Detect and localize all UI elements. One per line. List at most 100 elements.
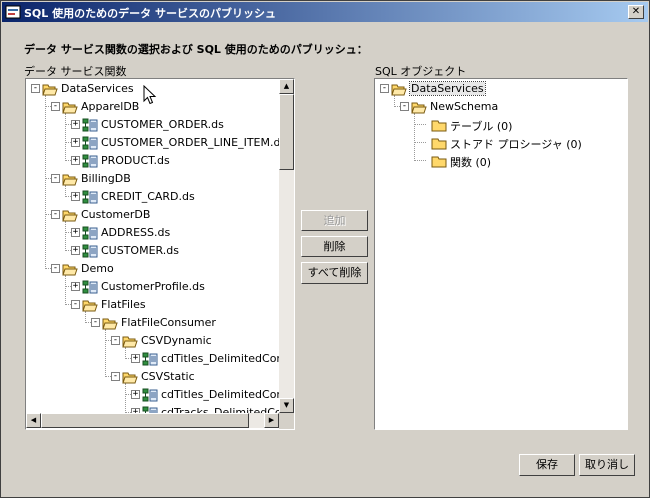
- add-button[interactable]: 追加: [301, 210, 368, 231]
- sql-objects-tree[interactable]: - DataServices - NewSchema テーブル (0) ストアド プロシー…: [375, 79, 627, 413]
- folder-open-icon: [82, 297, 98, 313]
- folder-open-icon: [411, 99, 427, 115]
- publish-dialog: SQL 使用のためのデータ サービスのパブリッシュ ✕ データ サービス関数の選…: [0, 0, 650, 498]
- collapse-toggle[interactable]: -: [111, 372, 120, 381]
- horizontal-scrollbar[interactable]: ◀ ▶: [26, 413, 279, 428]
- tree-node-label: cdTitles_DelimitedConsumer.ds: [161, 352, 279, 365]
- tree-node[interactable]: - NewSchema: [375, 98, 627, 116]
- expand-toggle[interactable]: +: [131, 354, 140, 363]
- folder-open-icon: [122, 333, 138, 349]
- tree-node[interactable]: - Demo: [26, 260, 279, 278]
- functions-tree[interactable]: - DataServices - ApparelDB + CUSTOMER_ORDER.d…: [26, 79, 279, 413]
- dataservice-icon: [142, 405, 158, 413]
- remove-button[interactable]: 削除: [301, 236, 368, 257]
- tree-node[interactable]: + CUSTOMER_ORDER_LINE_ITEM.ds: [26, 134, 279, 152]
- tree-node[interactable]: + PRODUCT.ds: [26, 152, 279, 170]
- functions-tree-panel[interactable]: - DataServices - ApparelDB + CUSTOMER_ORDER.d…: [25, 78, 295, 430]
- tree-node-label: CUSTOMER_ORDER.ds: [101, 118, 224, 131]
- scrollbar-corner: [279, 413, 294, 429]
- dataservice-icon: [82, 153, 98, 169]
- collapse-toggle[interactable]: -: [31, 84, 40, 93]
- tree-node-label: CustomerDB: [81, 208, 151, 221]
- folder-open-icon: [122, 369, 138, 385]
- tree-node-label: PRODUCT.ds: [101, 154, 170, 167]
- tree-node[interactable]: + CUSTOMER_ORDER.ds: [26, 116, 279, 134]
- tree-node-label: DataServices: [409, 81, 486, 96]
- instruction-label: データ サービス関数の選択および SQL 使用のためのパブリッシュ：: [24, 43, 368, 56]
- collapse-toggle[interactable]: -: [51, 102, 60, 111]
- tree-node-label: CREDIT_CARD.ds: [101, 190, 195, 203]
- cancel-button[interactable]: 取り消し: [579, 454, 635, 476]
- tree-node[interactable]: 関数 (0): [375, 152, 627, 170]
- tree-node[interactable]: - CustomerDB: [26, 206, 279, 224]
- tree-node[interactable]: + cdTitles_DelimitedConsumer.ds: [26, 386, 279, 404]
- dataservice-icon: [142, 351, 158, 367]
- arrow-left-icon: ◀: [30, 416, 37, 424]
- tree-connector: [414, 160, 426, 161]
- dataservice-icon: [82, 117, 98, 133]
- scroll-down-button[interactable]: ▼: [279, 398, 294, 413]
- tree-node[interactable]: ストアド プロシージャ (0): [375, 134, 627, 152]
- expand-toggle[interactable]: +: [71, 282, 80, 291]
- sql-objects-label: SQL オブジェクト: [375, 65, 467, 78]
- expand-toggle[interactable]: +: [71, 120, 80, 129]
- expand-toggle[interactable]: +: [71, 228, 80, 237]
- folder-open-icon: [62, 171, 78, 187]
- expand-toggle[interactable]: +: [71, 192, 80, 201]
- collapse-toggle[interactable]: -: [71, 300, 80, 309]
- expand-toggle[interactable]: +: [71, 246, 80, 255]
- title-bar[interactable]: SQL 使用のためのデータ サービスのパブリッシュ ✕: [2, 2, 648, 22]
- collapse-toggle[interactable]: -: [91, 318, 100, 327]
- vertical-scroll-thumb[interactable]: [279, 94, 294, 170]
- expand-toggle[interactable]: +: [71, 138, 80, 147]
- tree-node[interactable]: - CSVDynamic: [26, 332, 279, 350]
- tree-node[interactable]: - FlatFileConsumer: [26, 314, 279, 332]
- expand-toggle[interactable]: +: [71, 156, 80, 165]
- folder-closed-icon: [431, 117, 447, 133]
- tree-node-label: FlatFileConsumer: [121, 316, 216, 329]
- sql-objects-tree-panel[interactable]: - DataServices - NewSchema テーブル (0) ストアド プロシー…: [374, 78, 628, 430]
- folder-open-icon: [62, 99, 78, 115]
- tree-node-label: ApparelDB: [81, 100, 140, 113]
- close-button[interactable]: ✕: [628, 5, 644, 19]
- tree-node-label: NewSchema: [430, 100, 499, 113]
- scroll-right-button[interactable]: ▶: [264, 413, 279, 428]
- tree-node[interactable]: +cdTracks_DelimitedConsumer.ds: [26, 404, 279, 413]
- close-icon: ✕: [631, 6, 641, 17]
- collapse-toggle[interactable]: -: [51, 174, 60, 183]
- remove-all-button[interactable]: すべて削除: [301, 262, 368, 284]
- collapse-toggle[interactable]: -: [111, 336, 120, 345]
- scroll-up-button[interactable]: ▲: [279, 79, 294, 94]
- collapse-toggle[interactable]: -: [400, 102, 409, 111]
- tree-node-label: cdTracks_DelimitedConsumer.ds: [161, 406, 279, 413]
- expand-toggle[interactable]: +: [131, 390, 140, 399]
- save-button[interactable]: 保存: [519, 454, 575, 476]
- collapse-toggle[interactable]: -: [51, 210, 60, 219]
- tree-node[interactable]: + CustomerProfile.ds: [26, 278, 279, 296]
- tree-node[interactable]: - DataServices: [375, 80, 627, 98]
- tree-node[interactable]: - CSVStatic: [26, 368, 279, 386]
- tree-node[interactable]: + ADDRESS.ds: [26, 224, 279, 242]
- tree-node[interactable]: - FlatFiles: [26, 296, 279, 314]
- tree-node-label: CustomerProfile.ds: [101, 280, 205, 293]
- tree-node[interactable]: + CUSTOMER.ds: [26, 242, 279, 260]
- functions-label: データ サービス関数: [24, 65, 127, 78]
- tree-node[interactable]: + CREDIT_CARD.ds: [26, 188, 279, 206]
- tree-node-label: CUSTOMER.ds: [101, 244, 179, 257]
- arrow-right-icon: ▶: [268, 416, 275, 424]
- vertical-scrollbar[interactable]: ▲ ▼: [279, 79, 294, 413]
- collapse-toggle[interactable]: -: [380, 84, 389, 93]
- horizontal-scroll-thumb[interactable]: [41, 413, 249, 428]
- folder-open-icon: [42, 81, 58, 97]
- collapse-toggle[interactable]: -: [51, 264, 60, 273]
- tree-node-label: FlatFiles: [101, 298, 146, 311]
- tree-node-label: テーブル (0): [450, 120, 513, 133]
- tree-node-label: ADDRESS.ds: [101, 226, 171, 239]
- folder-open-icon: [391, 81, 407, 97]
- tree-node[interactable]: + cdTitles_DelimitedConsumer.ds: [26, 350, 279, 368]
- tree-node[interactable]: テーブル (0): [375, 116, 627, 134]
- scroll-left-button[interactable]: ◀: [26, 413, 41, 428]
- app-icon: [5, 5, 21, 19]
- dataservice-icon: [82, 243, 98, 259]
- tree-node[interactable]: - BillingDB: [26, 170, 279, 188]
